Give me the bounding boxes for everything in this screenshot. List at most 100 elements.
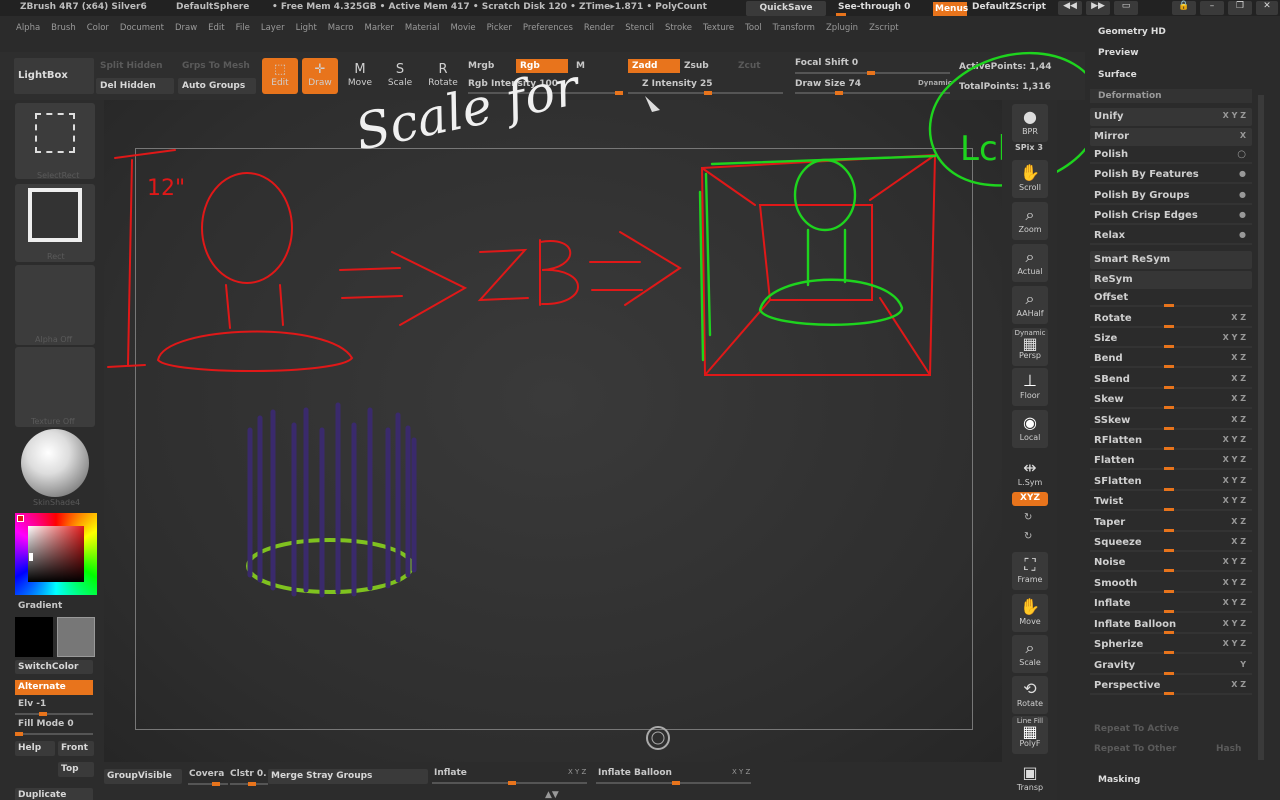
deform-inflate-balloon-xyz[interactable]: X Y Z [1223,619,1246,628]
inflate-balloon-knob[interactable] [672,781,680,785]
clstr-knob[interactable] [248,782,256,786]
deform-offset-knob[interactable] [1164,304,1174,307]
floor-button[interactable]: ⊥ Floor [1012,368,1048,406]
deform-inflate-balloon[interactable]: Inflate Balloon X Y Z [1090,616,1252,634]
deform-sskew[interactable]: SSkew X Z [1090,412,1252,430]
unify-xyz[interactable]: X Y Z [1223,111,1246,120]
persp-button[interactable]: Dynamic ▦ Persp [1012,328,1048,366]
deform-squeeze[interactable]: Squeeze X Z [1090,534,1252,552]
inflate-slider[interactable]: Inflate [434,768,467,778]
polish-slider[interactable]: Polish ○ [1090,146,1252,164]
deform-twist[interactable]: Twist X Y Z [1090,493,1252,511]
deform-bend-xyz[interactable]: X Z [1231,353,1246,362]
deform-taper[interactable]: Taper X Z [1090,514,1252,532]
local-button[interactable]: ◉ Local [1012,410,1048,448]
inflate-balloon-xyz[interactable]: X Y Z [732,768,750,776]
deform-flatten[interactable]: Flatten X Y Z [1090,452,1252,470]
deform-squeeze-xyz[interactable]: X Z [1231,537,1246,546]
deform-gravity-xyz[interactable]: Y [1240,660,1246,669]
deform-taper-knob[interactable] [1164,529,1174,532]
deform-skew-knob[interactable] [1164,406,1174,409]
xyz-button[interactable]: XYZ [1012,492,1048,506]
groupvisible-button[interactable]: GroupVisible [104,769,182,784]
deform-twist-xyz[interactable]: X Y Z [1223,496,1246,505]
merge-stray-groups-button[interactable]: Merge Stray Groups [268,769,428,784]
coverage-slider[interactable]: Covera [189,769,224,779]
deform-inflate[interactable]: Inflate X Y Z [1090,595,1252,613]
transp-button[interactable]: ▣ Transp [1012,760,1048,798]
move-view-button[interactable]: ✋ Move [1012,594,1048,632]
deform-skew-xyz[interactable]: X Z [1231,394,1246,403]
deform-rflatten-knob[interactable] [1164,447,1174,450]
deform-inflate-balloon-knob[interactable] [1164,631,1174,634]
scroll-button[interactable]: ✋ Scroll [1012,160,1048,198]
relax-slider[interactable]: Relax ● [1090,227,1252,245]
polish-by-features-slider[interactable]: Polish By Features ● [1090,166,1252,184]
deform-rotate[interactable]: Rotate X Z [1090,310,1252,328]
rotate-y-icon[interactable]: ↻ [1024,512,1032,523]
deform-sbend[interactable]: SBend X Z [1090,371,1252,389]
deform-smooth[interactable]: Smooth X Y Z [1090,575,1252,593]
unify-button[interactable]: Unify X Y Z [1090,108,1252,126]
deform-perspective[interactable]: Perspective X Z [1090,677,1252,695]
polish-circle-icon[interactable]: ○ [1237,149,1246,160]
deform-noise[interactable]: Noise X Y Z [1090,554,1252,572]
inflate-track[interactable] [432,781,587,785]
actual-button[interactable]: ⌕ Actual [1012,244,1048,282]
bottom-tray-toggle-icon[interactable]: ▲▼ [545,790,559,800]
deform-spherize-xyz[interactable]: X Y Z [1223,639,1246,648]
deform-bend-knob[interactable] [1164,365,1174,368]
inflate-balloon-track[interactable] [596,781,751,785]
preview-subpalette[interactable]: Preview [1098,48,1139,58]
smart-resym-button[interactable]: Smart ReSym [1090,251,1252,269]
repeat-to-other-button[interactable]: Repeat To Other [1094,744,1176,754]
inflate-xyz[interactable]: X Y Z [568,768,586,776]
mirror-button[interactable]: Mirror X [1090,128,1252,146]
deform-inflate-knob[interactable] [1164,610,1174,613]
deform-size-knob[interactable] [1164,345,1174,348]
repeat-to-active-button[interactable]: Repeat To Active [1094,724,1179,734]
deform-inflate-xyz[interactable]: X Y Z [1223,598,1246,607]
polish-features-dot-icon[interactable]: ● [1239,169,1246,178]
deform-spherize-knob[interactable] [1164,651,1174,654]
spix-slider[interactable]: SPix 3 [1015,143,1043,152]
surface-subpalette[interactable]: Surface [1098,70,1137,80]
relax-dot-icon[interactable]: ● [1239,230,1246,239]
polish-groups-dot-icon[interactable]: ● [1239,190,1246,199]
deform-sskew-xyz[interactable]: X Z [1231,415,1246,424]
bpr-button[interactable]: ● BPR [1012,104,1048,142]
polish-crisp-edges-slider[interactable]: Polish Crisp Edges ● [1090,207,1252,225]
deform-size[interactable]: Size X Y Z [1090,330,1252,348]
deform-sflatten-knob[interactable] [1164,488,1174,491]
deform-sskew-knob[interactable] [1164,427,1174,430]
resym-button[interactable]: ReSym [1090,271,1252,289]
deform-taper-xyz[interactable]: X Z [1231,517,1246,526]
deform-sbend-knob[interactable] [1164,386,1174,389]
deform-rotate-knob[interactable] [1164,325,1174,328]
deform-perspective-knob[interactable] [1164,692,1174,695]
deform-squeeze-knob[interactable] [1164,549,1174,552]
deform-skew[interactable]: Skew X Z [1090,391,1252,409]
pillar-mesh[interactable] [246,402,417,598]
rotate-view-button[interactable]: ⟲ Rotate [1012,676,1048,714]
scale-view-button[interactable]: ⌕ Scale [1012,635,1048,673]
deform-spherize[interactable]: Spherize X Y Z [1090,636,1252,654]
frame-button[interactable]: ⛶ Frame [1012,552,1048,590]
deform-flatten-xyz[interactable]: X Y Z [1223,455,1246,464]
deform-bend[interactable]: Bend X Z [1090,350,1252,368]
zoom-button[interactable]: ⌕ Zoom [1012,202,1048,240]
rotate-z-icon[interactable]: ↻ [1024,531,1032,542]
coverage-knob[interactable] [212,782,220,786]
canvas-pivot-icon[interactable] [646,726,670,750]
polyf-button[interactable]: Line Fill ▦ PolyF [1012,716,1048,754]
deform-twist-knob[interactable] [1164,508,1174,511]
deform-smooth-knob[interactable] [1164,590,1174,593]
coverage-track[interactable] [188,782,228,786]
deform-rflatten[interactable]: RFlatten X Y Z [1090,432,1252,450]
clstr-slider[interactable]: Clstr 0. [230,769,267,779]
deform-smooth-xyz[interactable]: X Y Z [1223,578,1246,587]
deform-size-xyz[interactable]: X Y Z [1223,333,1246,342]
deform-sflatten[interactable]: SFlatten X Y Z [1090,473,1252,491]
polish-by-groups-slider[interactable]: Polish By Groups ● [1090,187,1252,205]
deform-gravity[interactable]: Gravity Y [1090,657,1252,675]
